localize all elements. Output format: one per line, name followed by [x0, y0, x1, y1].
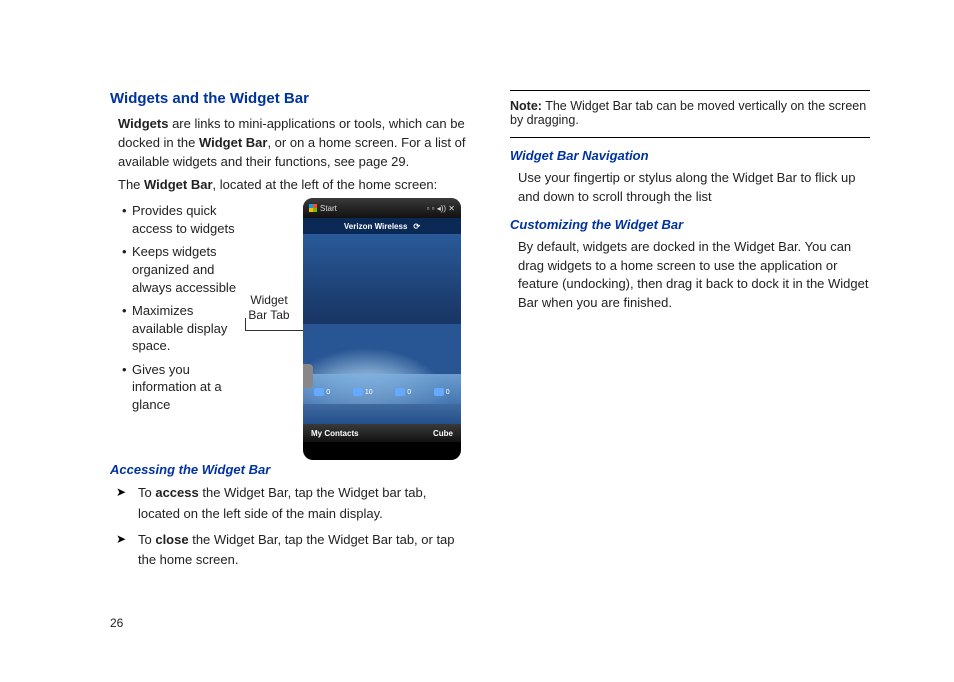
phone-illustration: Start ▫ ▫ ◂)) ✕ Verizon Wireless ⟳ 0 1: [303, 198, 461, 460]
start-label: Start: [320, 204, 337, 213]
paragraph-customizing: By default, widgets are docked in the Wi…: [510, 238, 870, 313]
callout-line: [245, 330, 304, 343]
carrier-label: Verizon Wireless: [344, 222, 408, 231]
subheading-navigation: Widget Bar Navigation: [510, 148, 870, 163]
callout-line: [245, 318, 246, 330]
step-bold: access: [155, 485, 198, 500]
callout-label: Widget Bar Tab: [243, 293, 295, 322]
intro-paragraph: Widgets are links to mini-applications o…: [110, 115, 470, 172]
phone-status-bar: Start ▫ ▫ ◂)) ✕: [303, 198, 461, 218]
softkey-right: Cube: [433, 429, 453, 438]
feature-bullets: Provides quick access to widgets Keeps w…: [110, 202, 237, 419]
bullet-item: Maximizes available display space.: [122, 302, 237, 355]
status-icons: ▫ ▫ ◂)) ✕: [427, 204, 455, 213]
bullet-item: Gives you information at a glance: [122, 361, 237, 414]
step-item: To close the Widget Bar, tap the Widget …: [116, 530, 470, 570]
subheading-customizing: Customizing the Widget Bar: [510, 217, 870, 232]
refresh-icon: ⟳: [413, 222, 420, 231]
dock-count: 0: [407, 389, 411, 396]
intro-paragraph-2: The Widget Bar, located at the left of t…: [110, 176, 470, 195]
dock-count: 0: [326, 389, 330, 396]
rule-top: [510, 90, 870, 91]
section-heading: Widgets and the Widget Bar: [110, 90, 470, 107]
bullet-item: Keeps widgets organized and always acces…: [122, 243, 237, 296]
page-number: 26: [110, 616, 123, 630]
paragraph-navigation: Use your fingertip or stylus along the W…: [510, 169, 870, 207]
dock-labels: 0 10 0 0: [303, 388, 461, 396]
intro2-b: Widget Bar: [144, 177, 213, 192]
bold-widgets: Widgets: [118, 116, 168, 131]
phone-wallpaper: 0 10 0 0: [303, 234, 461, 424]
step-text: To: [138, 485, 155, 500]
bold-widget-bar: Widget Bar: [199, 135, 268, 150]
windows-logo-icon: [309, 204, 317, 212]
step-bold: close: [155, 532, 188, 547]
rule-bottom: [510, 137, 870, 138]
dock-count: 10: [365, 389, 373, 396]
phone-softkeys: My Contacts Cube: [303, 424, 461, 442]
widget-bar-tab-icon: [303, 364, 313, 388]
intro2-a: The: [118, 177, 144, 192]
step-item: To access the Widget Bar, tap the Widget…: [116, 483, 470, 523]
subheading-accessing: Accessing the Widget Bar: [110, 462, 470, 477]
note-box: Note: The Widget Bar tab can be moved ve…: [510, 97, 870, 131]
intro2-c: , located at the left of the home screen…: [213, 177, 438, 192]
dock-icon: [434, 388, 444, 396]
step-text: To: [138, 532, 155, 547]
dock-icon: [314, 388, 324, 396]
bullet-item: Provides quick access to widgets: [122, 202, 237, 237]
note-text: The Widget Bar tab can be moved vertical…: [510, 99, 866, 127]
dock-icon: [353, 388, 363, 396]
softkey-left: My Contacts: [311, 429, 359, 438]
note-label: Note:: [510, 99, 542, 113]
carrier-bar: Verizon Wireless ⟳: [303, 218, 461, 234]
dock-icon: [395, 388, 405, 396]
dock-count: 0: [446, 389, 450, 396]
